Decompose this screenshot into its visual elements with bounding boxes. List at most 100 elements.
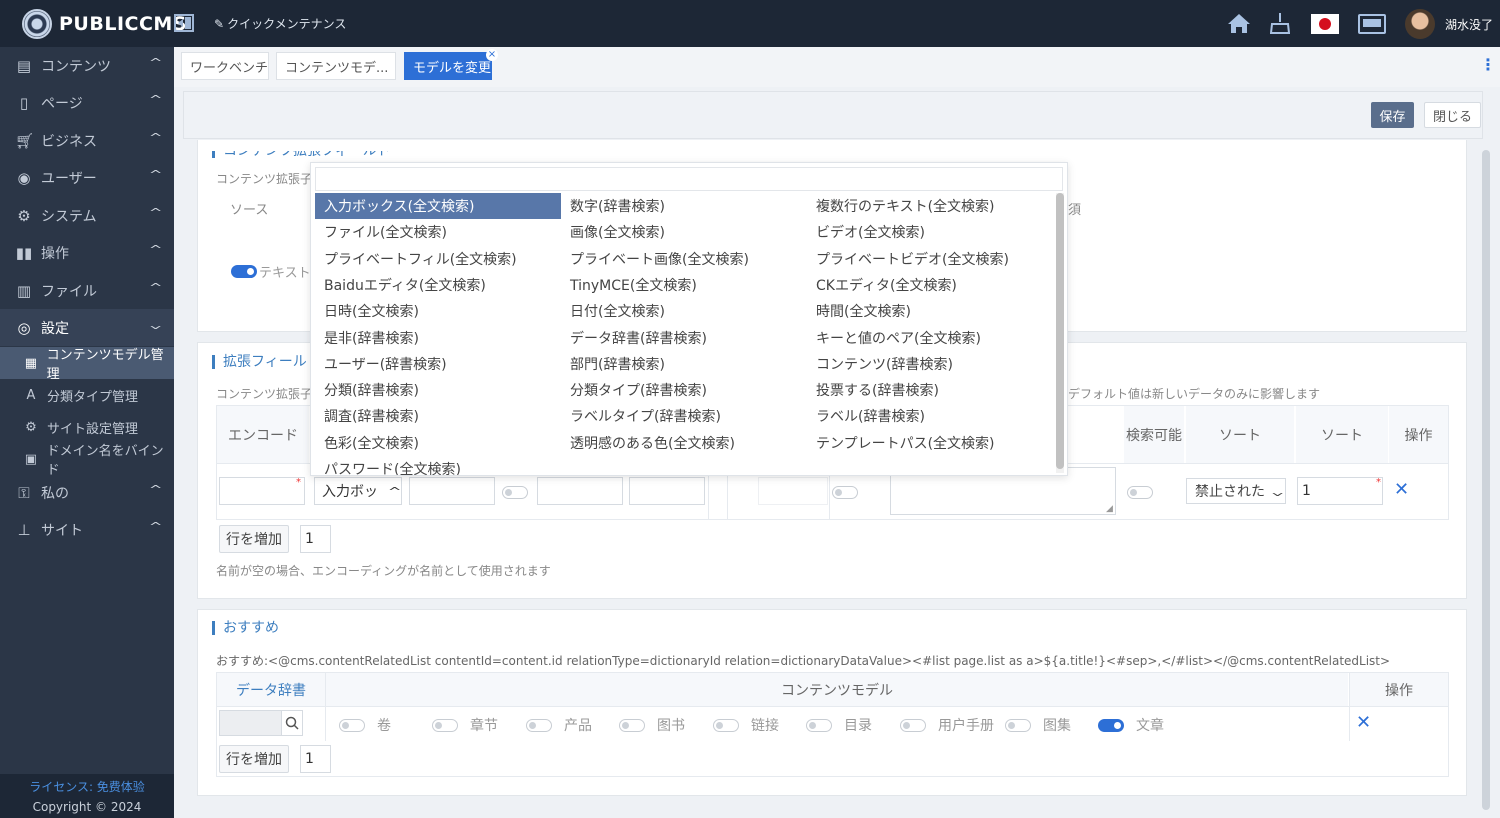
sidebar-item-content[interactable]: ▤ コンテンツ ^ xyxy=(0,47,174,84)
toggle-switch[interactable] xyxy=(900,718,926,732)
dropdown-option[interactable]: 投票する(辞書検索) xyxy=(807,377,1053,403)
search-icon[interactable] xyxy=(281,710,303,736)
model-toggle-catalog[interactable]: 目录 xyxy=(806,715,872,735)
searchable-toggle[interactable] xyxy=(1127,486,1153,499)
toggle-switch[interactable] xyxy=(231,265,257,278)
model-toggle-product[interactable]: 产品 xyxy=(526,715,592,735)
default-input[interactable] xyxy=(758,477,828,505)
toggle-switch[interactable] xyxy=(339,718,365,732)
dropdown-option[interactable]: 分類(辞書検索) xyxy=(315,377,561,403)
quick-maintenance-link[interactable]: ✎ クイックメンテナンス xyxy=(214,15,346,32)
model-toggle-gallery[interactable]: 图集 xyxy=(1005,715,1071,735)
sidebar-subitem-domain[interactable]: ▣ ドメイン名をバインド xyxy=(0,443,174,478)
sidebar-item-file[interactable]: ▥ ファイル ^ xyxy=(0,272,174,309)
user-name[interactable]: 湖水没了 xyxy=(1445,16,1493,33)
sidebar-item-settings[interactable]: ◎ 設定 ^ xyxy=(0,309,174,346)
dropdown-option[interactable]: 日時(全文検索) xyxy=(315,298,561,324)
sidebar-subitem-category-type[interactable]: A 分類タイプ管理 xyxy=(0,379,174,411)
dropdown-search-input[interactable] xyxy=(315,167,1063,191)
dropdown-option[interactable]: 色彩(全文検索) xyxy=(315,430,561,456)
tab-workbench[interactable]: ワークベンチ xyxy=(181,52,269,80)
dropdown-option[interactable]: プライベートフィル(全文検索) xyxy=(315,246,561,272)
avatar[interactable] xyxy=(1405,9,1435,39)
text-toggle[interactable]: テキスト xyxy=(231,262,311,281)
dropdown-option[interactable]: 是非(辞書検索) xyxy=(315,325,561,351)
dropdown-option[interactable]: 時間(全文検索) xyxy=(807,298,1053,324)
name-input[interactable] xyxy=(409,477,495,505)
dropdown-option[interactable]: 数字(辞書検索) xyxy=(561,193,807,219)
width-input[interactable] xyxy=(537,477,623,505)
required-toggle[interactable] xyxy=(502,486,528,499)
dropdown-option[interactable]: 入力ボックス(全文検索) xyxy=(315,193,561,219)
add-row-button[interactable]: 行を増加 xyxy=(219,745,289,773)
toggle-switch[interactable] xyxy=(806,718,832,732)
dropdown-scrollbar[interactable] xyxy=(1056,193,1064,473)
logo[interactable]: PUBLICCMS xyxy=(22,9,187,39)
dropdown-option[interactable]: コンテンツ(辞書検索) xyxy=(807,351,1053,377)
model-toggle-book[interactable]: 图书 xyxy=(619,715,685,735)
broom-icon[interactable] xyxy=(1269,12,1291,38)
close-tab-icon[interactable]: × xyxy=(486,49,498,61)
save-button[interactable]: 保存 xyxy=(1371,102,1414,128)
more-vertical-icon[interactable]: ⋮ xyxy=(1480,55,1496,74)
sidebar-item-operation[interactable]: ▮▮ 操作 ^ xyxy=(0,234,174,271)
sidebar-item-user[interactable]: ◉ ユーザー ^ xyxy=(0,159,174,196)
toggle-switch[interactable] xyxy=(526,718,552,732)
dropdown-option[interactable]: データ辞書(辞書検索) xyxy=(561,325,807,351)
dictionary-header[interactable]: データ辞書 xyxy=(217,673,325,706)
toggle-switch[interactable] xyxy=(432,718,458,732)
dropdown-option[interactable]: パスワード(全文検索) xyxy=(315,456,561,475)
model-toggle-juan[interactable]: 卷 xyxy=(339,715,391,735)
delete-row-icon[interactable]: ✕ xyxy=(1394,479,1409,500)
dropdown-option[interactable]: 画像(全文検索) xyxy=(561,219,807,245)
toggle-switch[interactable] xyxy=(1005,718,1031,732)
sidebar-item-business[interactable]: 🛒︎ ビジネス ^ xyxy=(0,122,174,159)
dropdown-option[interactable]: テンプレートパス(全文検索) xyxy=(807,430,1053,456)
dropdown-option[interactable]: 調査(辞書検索) xyxy=(315,403,561,429)
add-row-count-input[interactable]: 1 xyxy=(300,525,331,553)
toggle-switch[interactable] xyxy=(713,718,739,732)
add-row-button[interactable]: 行を増加 xyxy=(219,525,289,553)
delete-row-icon[interactable]: ✕ xyxy=(1356,712,1371,733)
model-toggle-manual[interactable]: 用户手册 xyxy=(900,715,994,735)
dropdown-option[interactable]: 複数行のテキスト(全文検索) xyxy=(807,193,1053,219)
maxlength-toggle[interactable] xyxy=(832,486,858,499)
close-button[interactable]: 閉じる xyxy=(1424,102,1481,128)
dropdown-option[interactable]: 部門(辞書検索) xyxy=(561,351,807,377)
license-text[interactable]: ライセンス: 免费体验 xyxy=(0,778,174,795)
dropdown-option[interactable]: ファイル(全文検索) xyxy=(315,219,561,245)
tab-edit-model[interactable]: モデルを変更 xyxy=(404,52,492,80)
sidebar-item-system[interactable]: ⚙ システム ^ xyxy=(0,197,174,234)
model-toggle-article[interactable]: 文章 xyxy=(1098,715,1164,735)
dropdown-option[interactable]: CKエディタ(全文検索) xyxy=(807,272,1053,298)
dropdown-option[interactable]: 分類タイプ(辞書検索) xyxy=(561,377,807,403)
dropdown-option[interactable]: ビデオ(全文検索) xyxy=(807,219,1053,245)
toggle-switch[interactable] xyxy=(619,718,645,732)
dropdown-option[interactable]: 日付(全文検索) xyxy=(561,298,807,324)
dropdown-option[interactable]: TinyMCE(全文検索) xyxy=(561,272,807,298)
sort-select[interactable]: 禁止された ^ xyxy=(1186,478,1286,504)
dropdown-option[interactable]: プライベート画像(全文検索) xyxy=(561,246,807,272)
dropdown-option[interactable]: Baiduエディタ(全文検索) xyxy=(315,272,561,298)
monitor-icon[interactable] xyxy=(1358,14,1386,34)
model-toggle-link[interactable]: 链接 xyxy=(713,715,779,735)
model-toggle-chapter[interactable]: 章节 xyxy=(432,715,498,735)
sidebar-item-site[interactable]: ⊥ サイト ^ xyxy=(0,511,174,548)
resize-handle-icon[interactable]: ◢ xyxy=(1106,504,1113,514)
collapse-sidebar-icon[interactable] xyxy=(174,13,194,37)
height-input[interactable] xyxy=(629,477,705,505)
tab-content-model[interactable]: コンテンツモデ... xyxy=(276,52,396,80)
sidebar-subitem-site-config[interactable]: ⚙ サイト設定管理 xyxy=(0,411,174,443)
dropdown-option[interactable]: ユーザー(辞書検索) xyxy=(315,351,561,377)
dropdown-option[interactable]: ラベルタイプ(辞書検索) xyxy=(561,403,807,429)
sort-order-input[interactable]: 1 xyxy=(1297,477,1383,505)
page-scrollbar-thumb[interactable] xyxy=(1482,150,1490,810)
toggle-switch[interactable] xyxy=(1098,718,1124,732)
dropdown-option[interactable]: ラベル(辞書検索) xyxy=(807,403,1053,429)
sidebar-subitem-content-model[interactable]: ▦ コンテンツモデル管理 xyxy=(0,347,174,382)
language-flag-icon[interactable] xyxy=(1311,14,1339,34)
field-type-select[interactable]: 入力ボッ ^ xyxy=(314,477,402,505)
encode-input[interactable] xyxy=(219,477,305,505)
dropdown-scrollbar-thumb[interactable] xyxy=(1056,193,1064,469)
dropdown-option[interactable]: 透明感のある色(全文検索) xyxy=(561,430,807,456)
